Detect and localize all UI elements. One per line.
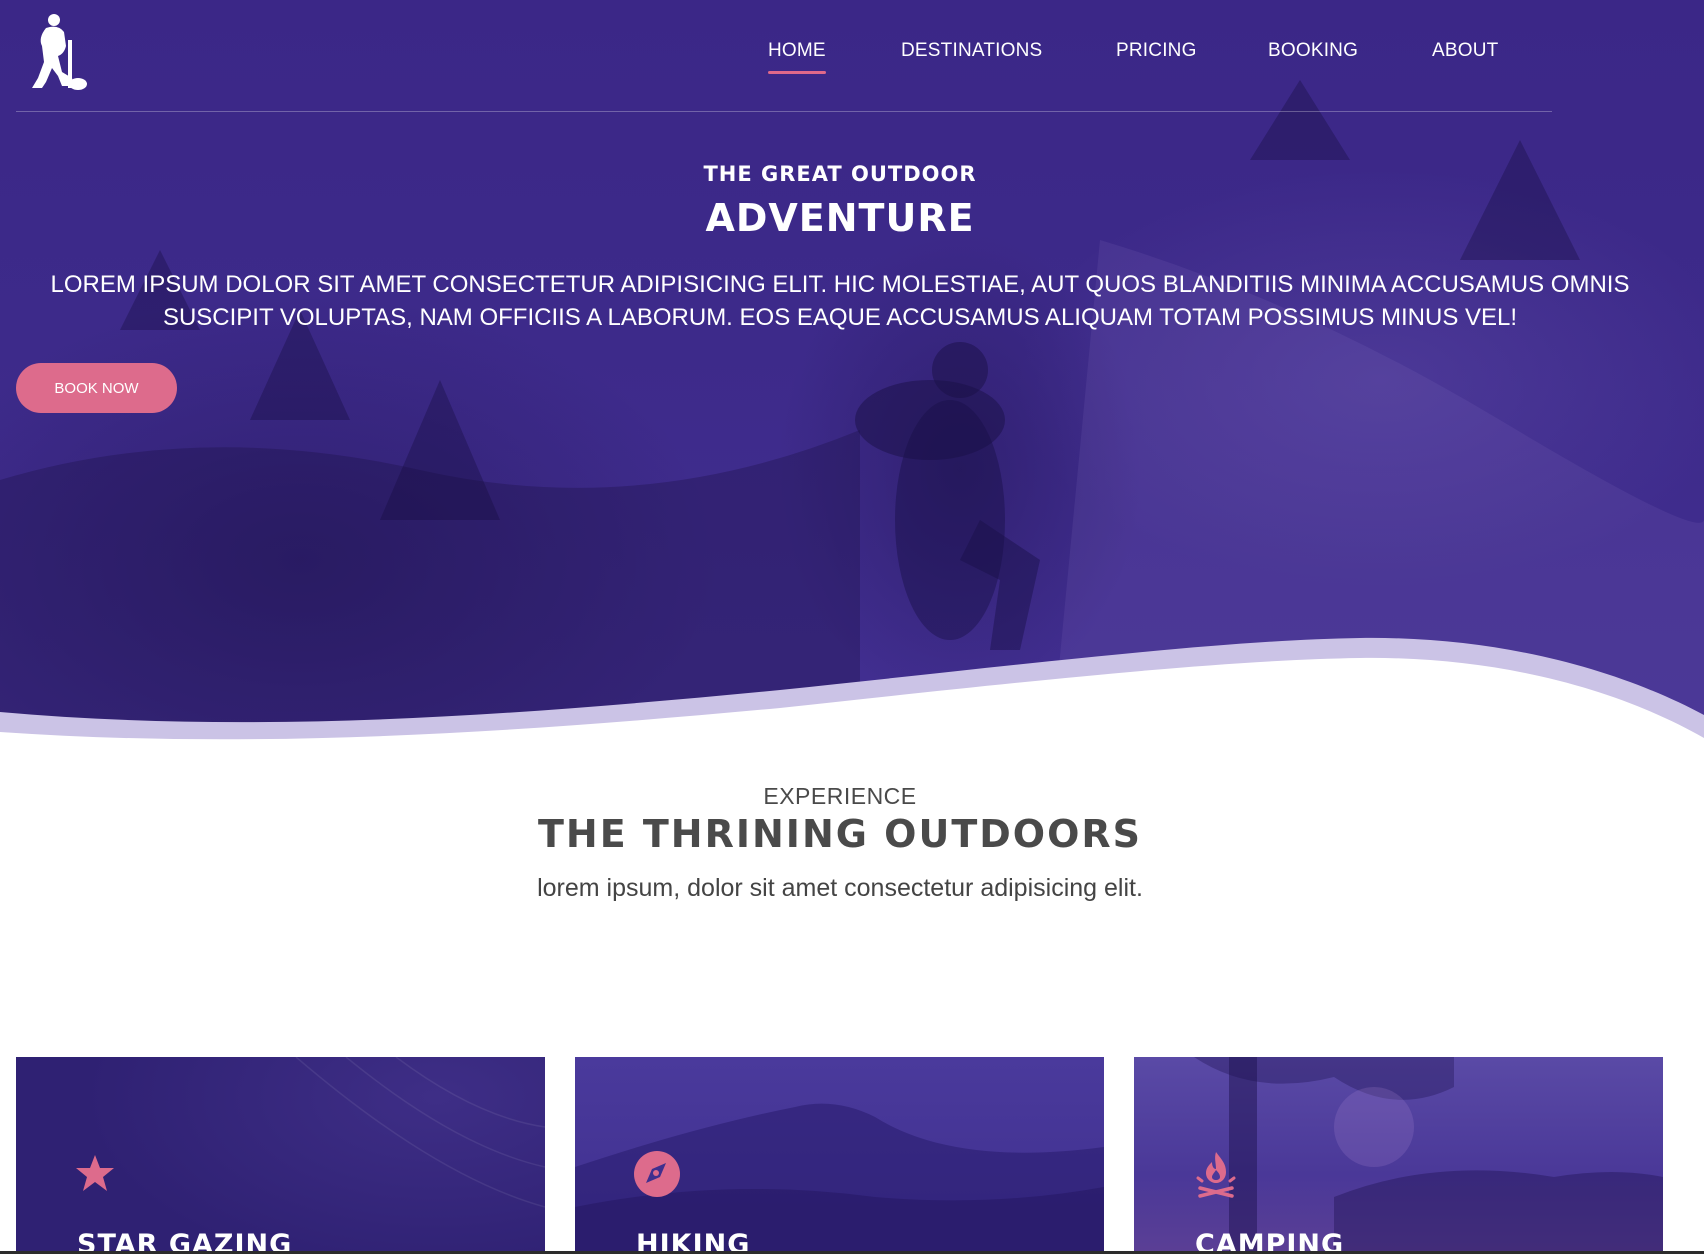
section-title: THE THRINING OUTDOORS <box>537 812 1143 856</box>
card-hiking[interactable]: HIKING <box>575 1057 1104 1254</box>
hero-title: ADVENTURE <box>705 196 975 240</box>
nav-item-destinations[interactable]: DESTINATIONS <box>901 40 1042 62</box>
card-star-gazing[interactable]: STAR GAZING <box>16 1057 545 1254</box>
book-now-button[interactable]: BOOK NOW <box>16 363 177 413</box>
section-eyebrow: EXPERIENCE <box>763 783 917 809</box>
main-nav: HOME DESTINATIONS PRICING BOOKING ABOUT <box>0 40 1704 80</box>
nav-item-booking[interactable]: BOOKING <box>1268 40 1358 62</box>
hero-section: HOME DESTINATIONS PRICING BOOKING ABOUT … <box>0 0 1704 760</box>
card-camping[interactable]: CAMPING <box>1134 1057 1663 1254</box>
nav-divider <box>16 111 1552 112</box>
hero-description: LOREM IPSUM DOLOR SIT AMET CONSECTETUR A… <box>50 271 1630 331</box>
hero-wave-divider <box>0 637 1704 760</box>
nav-item-pricing[interactable]: PRICING <box>1116 40 1197 62</box>
nav-item-about[interactable]: ABOUT <box>1432 40 1498 62</box>
section-subtitle: lorem ipsum, dolor sit amet consectetur … <box>537 874 1143 902</box>
compass-icon <box>634 1151 680 1197</box>
star-icon <box>76 1155 114 1191</box>
campfire-icon <box>1196 1152 1236 1198</box>
hero-eyebrow: THE GREAT OUTDOOR <box>703 162 977 186</box>
nav-item-home[interactable]: HOME <box>768 40 826 74</box>
